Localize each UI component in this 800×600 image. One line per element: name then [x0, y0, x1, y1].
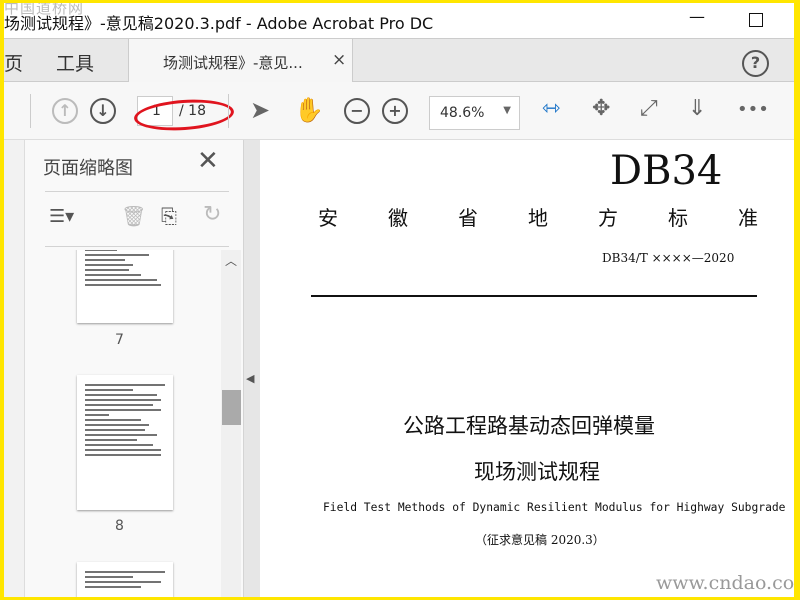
- help-icon[interactable]: ?: [742, 50, 769, 77]
- minimize-button[interactable]: —: [689, 7, 705, 26]
- thumbnail-page-7[interactable]: [77, 250, 173, 323]
- thumbnail-scrollbar[interactable]: ︿: [221, 250, 241, 597]
- full-screen-icon[interactable]: ⤢: [640, 96, 658, 121]
- window-title: 场测试规程》-意见稿2020.3.pdf - Adobe Acrobat Pro…: [4, 14, 434, 33]
- toolbar: ↑ ↓ 1 / 18 ➤ ✋ − + 48.6% ▼ ⇿ ✥ ⤢ ⇓ •••: [4, 82, 794, 140]
- title-bar: 中国道桥网 场测试规程》-意见稿2020.3.pdf - Adobe Acrob…: [4, 3, 794, 38]
- tab-document-label: 场测试规程》-意见...: [163, 54, 303, 72]
- scroll-up-icon[interactable]: ︿: [225, 252, 237, 269]
- scroll-mode-icon[interactable]: ⇿: [542, 96, 560, 121]
- collapse-panel-handle[interactable]: ◀: [243, 140, 260, 597]
- tab-tools[interactable]: 工具: [56, 49, 94, 76]
- maximize-button[interactable]: [749, 13, 763, 27]
- document-page: DB34 安徽省地方标准 DB34/T ××××—2020 公路工程路基动态回弹…: [260, 140, 794, 597]
- zoom-select[interactable]: 48.6% ▼: [429, 96, 520, 130]
- document-title-line1: 公路工程路基动态回弹模量: [403, 414, 655, 438]
- left-nav-rail: [4, 140, 24, 597]
- options-menu-icon[interactable]: ☰▾: [49, 206, 74, 227]
- tab-bar: 页 工具 场测试规程》-意见... × ?: [4, 38, 794, 82]
- collapse-arrow-icon: ◀: [246, 372, 255, 385]
- zoom-value: 48.6%: [440, 105, 485, 121]
- chevron-down-icon: ▼: [503, 105, 511, 116]
- read-mode-icon[interactable]: ⇓: [688, 96, 706, 121]
- thumbnail-list: 7 8: [25, 250, 220, 597]
- select-cursor-icon[interactable]: ➤: [250, 96, 270, 124]
- panel-title: 页面缩略图: [43, 158, 133, 179]
- page-number-label: 7: [115, 332, 124, 348]
- zoom-in-icon[interactable]: +: [382, 98, 408, 124]
- next-page-icon[interactable]: ↓: [90, 98, 116, 124]
- hand-tool-icon[interactable]: ✋: [294, 96, 324, 124]
- standard-code: DB34: [610, 148, 723, 194]
- delete-icon[interactable]: 🗑: [121, 204, 146, 228]
- tab-home[interactable]: 页: [4, 49, 23, 76]
- divider-line: [311, 295, 757, 297]
- close-tab-icon[interactable]: ×: [332, 50, 346, 70]
- issuing-body: 安徽省地方标准: [318, 206, 758, 230]
- fit-page-icon[interactable]: ✥: [592, 96, 610, 121]
- thumbnail-page-9[interactable]: [77, 562, 173, 597]
- previous-page-icon[interactable]: ↑: [52, 98, 78, 124]
- thumbnail-panel: 页面缩略图 ✕ ☰▾ 🗑 ⎘ ↻ 7 8 ︿: [24, 140, 243, 597]
- draft-note: （征求意见稿 2020.3）: [475, 533, 605, 547]
- watermark-url: www.cndao.com: [656, 572, 794, 594]
- thumbnail-page-8[interactable]: [77, 375, 173, 510]
- document-title-line2: 现场测试规程: [474, 460, 600, 484]
- english-title: Field Test Methods of Dynamic Resilient …: [323, 501, 786, 514]
- close-panel-icon[interactable]: ✕: [197, 146, 219, 176]
- more-icon[interactable]: •••: [737, 99, 769, 120]
- zoom-out-icon[interactable]: −: [344, 98, 370, 124]
- rotate-icon[interactable]: ↻: [203, 202, 221, 227]
- insert-page-icon[interactable]: ⎘: [161, 204, 177, 228]
- tab-document[interactable]: 场测试规程》-意见... ×: [128, 39, 353, 82]
- page-number-label: 8: [115, 518, 124, 534]
- standard-number: DB34/T ××××—2020: [602, 251, 735, 265]
- scrollbar-thumb[interactable]: [222, 390, 241, 425]
